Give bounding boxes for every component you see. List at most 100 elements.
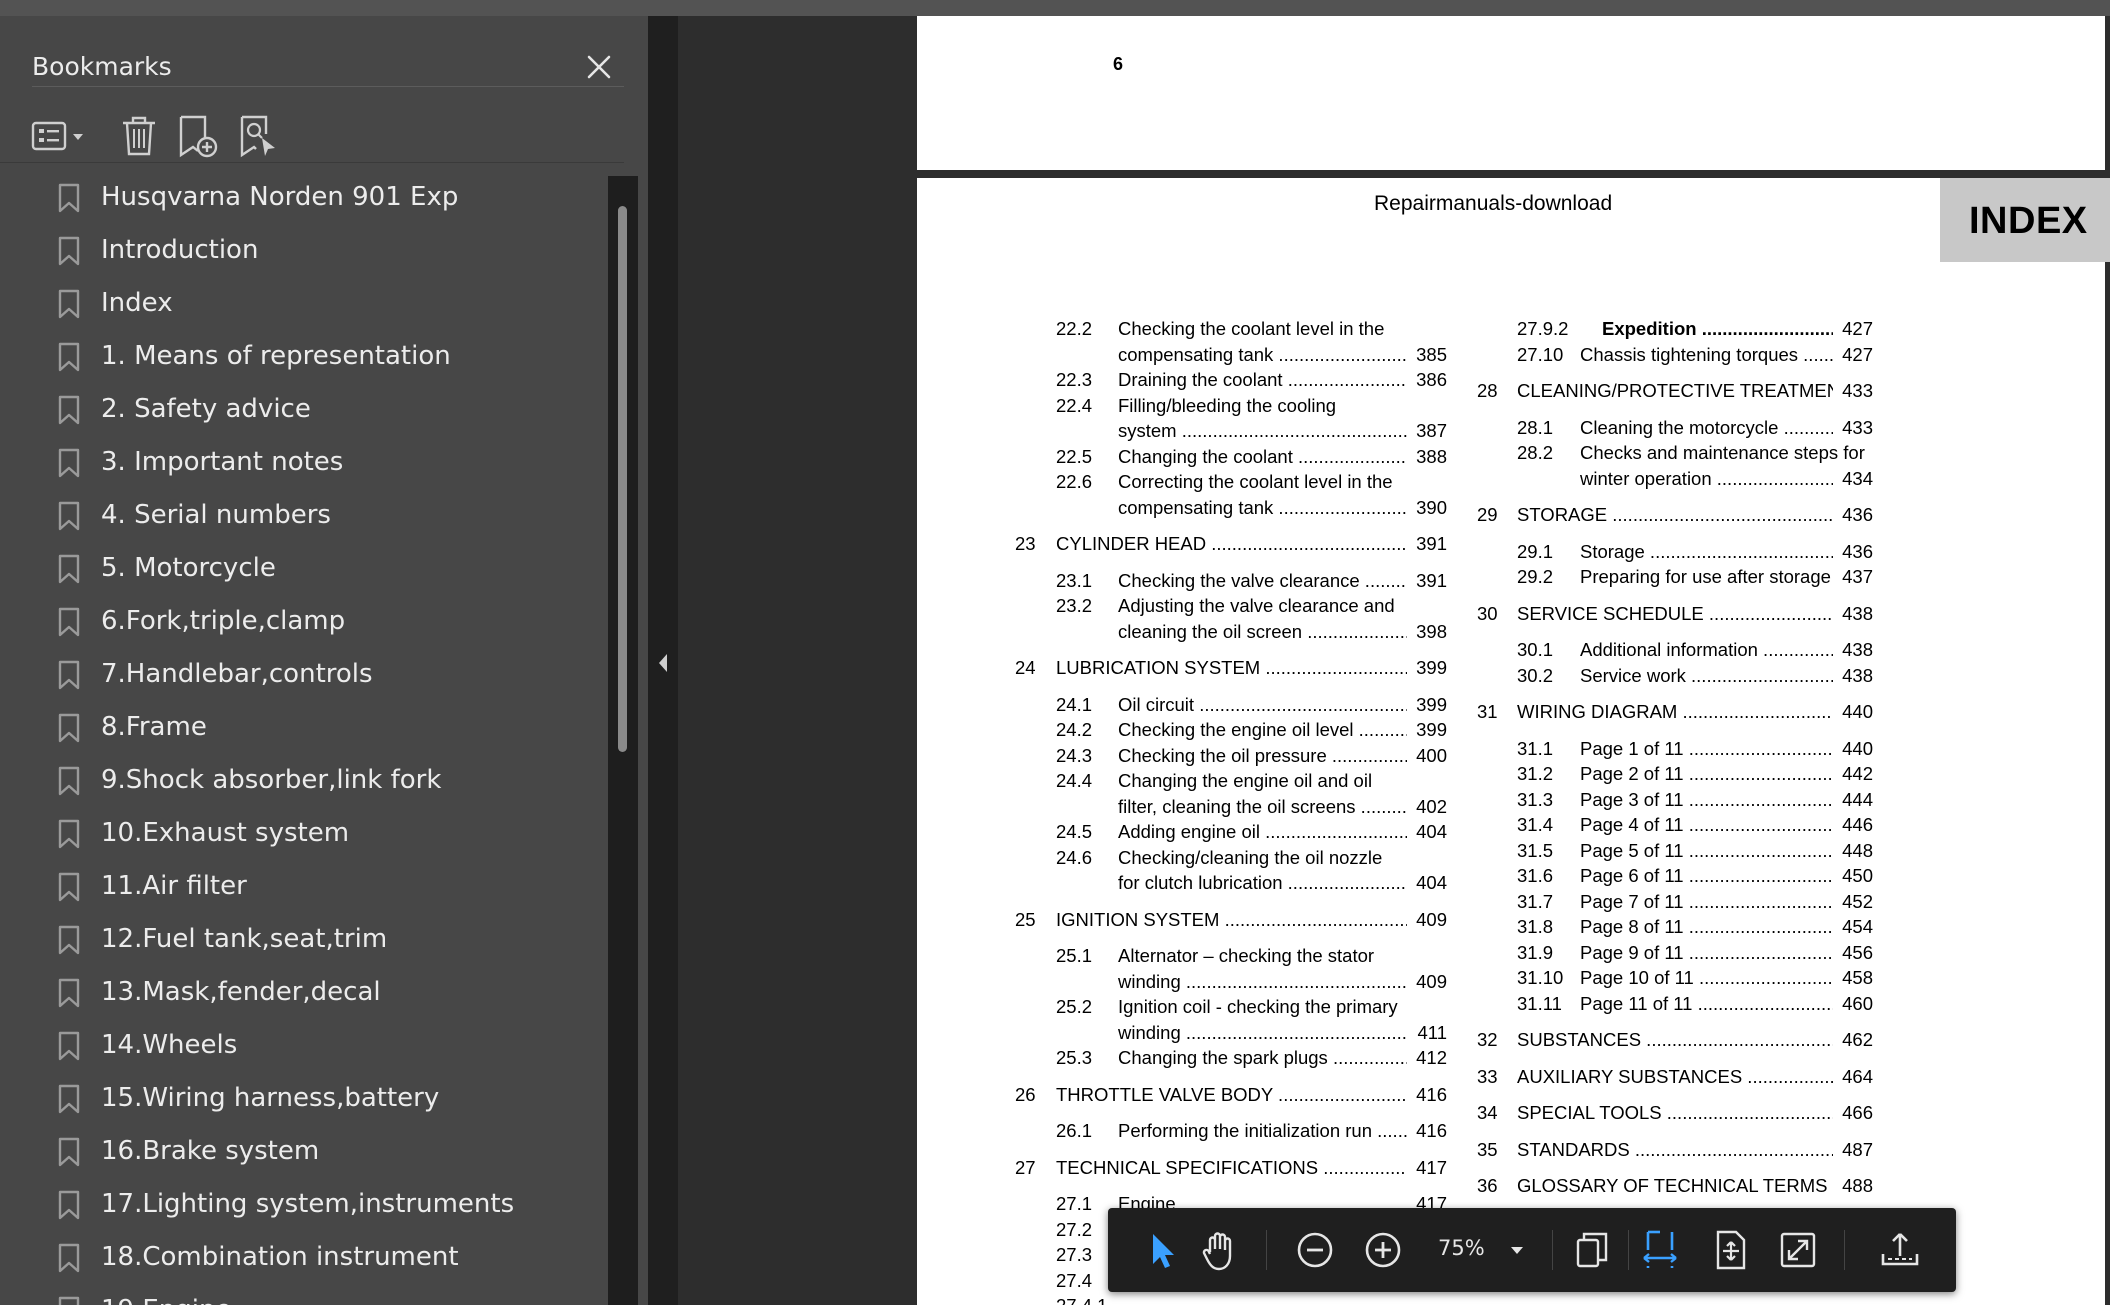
bookmark-item[interactable]: 11.Air filter: [0, 860, 600, 913]
toc-title: Adding engine oil: [1118, 821, 1407, 843]
close-icon[interactable]: [582, 50, 616, 84]
bookmark-icon: [58, 342, 80, 372]
bookmark-item[interactable]: 19.Engine: [0, 1284, 600, 1305]
toc-entry[interactable]: 25.2 Ignition coil - checking the primary…: [1056, 996, 1447, 1047]
hand-icon[interactable]: [1198, 1228, 1242, 1272]
zoom-in-icon[interactable]: [1361, 1228, 1405, 1272]
select-arrow-icon[interactable]: [1140, 1228, 1184, 1272]
toc-entry[interactable]: 31.1 Page 1 of 11440: [1517, 737, 1873, 764]
bookmark-item[interactable]: 5. Motorcycle: [0, 542, 600, 595]
share-icon[interactable]: [1878, 1228, 1922, 1272]
toc-entry[interactable]: 31.10 Page 10 of 11458: [1517, 967, 1873, 993]
toc-entry[interactable]: 31 WIRING DIAGRAM440: [1477, 701, 1873, 727]
zoom-level[interactable]: 75%: [1438, 1236, 1485, 1260]
toc-entry[interactable]: 29.2 Preparing for use after storage437: [1517, 566, 1873, 592]
fit-width-icon[interactable]: [1638, 1228, 1682, 1272]
toc-entry[interactable]: 31.4 Page 4 of 11446: [1517, 814, 1873, 840]
bookmark-item[interactable]: 9.Shock absorber,link fork: [0, 754, 600, 807]
toc-entry[interactable]: 35 STANDARDS487: [1477, 1138, 1873, 1165]
toc-entry[interactable]: 32 SUBSTANCES462: [1477, 1029, 1873, 1055]
toc-entry[interactable]: 26 THROTTLE VALVE BODY416: [1015, 1083, 1447, 1110]
toc-number: 26.1: [1056, 1120, 1093, 1141]
toc-entry[interactable]: 25.1 Alternator – checking the stator wind…: [1056, 945, 1447, 996]
toc-entry[interactable]: 31.3 Page 3 of 11444: [1517, 788, 1873, 815]
bookmark-item[interactable]: 14.Wheels: [0, 1019, 600, 1072]
page-display-icon[interactable]: [1570, 1228, 1614, 1272]
toc-entry[interactable]: 24.2 Checking the engine oil level399: [1056, 719, 1447, 745]
toc-number: 27.4: [1056, 1269, 1093, 1291]
bookmark-item[interactable]: Husqvarna Norden 901 Exp: [0, 171, 600, 224]
toc-entry[interactable]: 30.2 Service work438: [1517, 664, 1873, 691]
toc-entry[interactable]: 31.11 Page 11 of 11460: [1517, 992, 1873, 1019]
toc-entry[interactable]: 33 AUXILIARY SUBSTANCES464: [1477, 1065, 1873, 1092]
toc-entry[interactable]: 24.1 Oil circuit399: [1056, 693, 1447, 720]
toc-entry[interactable]: 22.2 Checking the coolant level in the com…: [1056, 318, 1447, 369]
fit-page-icon[interactable]: [1708, 1228, 1752, 1272]
toc-entry[interactable]: 23.2 Adjusting the valve clearance and cle…: [1056, 595, 1447, 646]
bookmark-item[interactable]: 6.Fork,triple,clamp: [0, 595, 600, 648]
bookmarks-panel: Bookmarks Husqvarna Norden 901 Exp Intro…: [0, 16, 648, 1305]
toc-entry[interactable]: 31.9 Page 9 of 11456: [1517, 941, 1873, 968]
bookmark-item[interactable]: 4. Serial numbers: [0, 489, 600, 542]
toc-entry[interactable]: 31.2 Page 2 of 11442: [1517, 763, 1873, 789]
bookmark-item[interactable]: 13.Mask,fender,decal: [0, 966, 600, 1019]
toc-entry[interactable]: 24.5 Adding engine oil404: [1056, 821, 1447, 847]
toc-entry[interactable]: 25.3 Changing the spark plugs412: [1056, 1047, 1447, 1073]
toc-entry[interactable]: 31.6 Page 6 of 11450: [1517, 865, 1873, 891]
toc-entry[interactable]: 27.9.2 Expedition427: [1517, 318, 1873, 344]
toc-title: Changing the engine oil and oil: [1118, 770, 1373, 791]
bookmark-item[interactable]: 15.Wiring harness,battery: [0, 1072, 600, 1125]
toc-entry[interactable]: 27 TECHNICAL SPECIFICATIONS417: [1015, 1156, 1447, 1183]
toc-entry[interactable]: 29 STORAGE436: [1477, 504, 1873, 530]
toc-entry[interactable]: 23 CYLINDER HEAD391: [1015, 533, 1447, 559]
list-options-icon[interactable]: [30, 114, 92, 158]
bookmark-item[interactable]: Introduction: [0, 224, 600, 277]
scrollbar-thumb[interactable]: [618, 206, 627, 752]
bookmark-item[interactable]: 7.Handlebar,controls: [0, 648, 600, 701]
zoom-out-icon[interactable]: [1293, 1228, 1337, 1272]
find-bookmark-icon[interactable]: [237, 114, 281, 158]
bookmark-item[interactable]: 17.Lighting system,instruments: [0, 1178, 600, 1231]
add-bookmark-icon[interactable]: [176, 114, 220, 158]
bookmark-item[interactable]: 16.Brake system: [0, 1125, 600, 1178]
toc-entry[interactable]: 27.10 Chassis tightening torques427: [1517, 343, 1873, 370]
bookmark-item[interactable]: 1. Means of representation: [0, 330, 600, 383]
toc-entry[interactable]: 30 SERVICE SCHEDULE438: [1477, 602, 1873, 629]
bookmark-item[interactable]: 3. Important notes: [0, 436, 600, 489]
bookmark-item[interactable]: 12.Fuel tank,seat,trim: [0, 913, 600, 966]
trash-icon[interactable]: [117, 114, 161, 158]
toc-entry[interactable]: 24.3 Checking the oil pressure400: [1056, 744, 1447, 771]
collapse-panel-icon[interactable]: [656, 652, 670, 674]
bookmark-item[interactable]: 10.Exhaust system: [0, 807, 600, 860]
toc-entry[interactable]: 26.1 Performing the initialization run416: [1056, 1120, 1447, 1146]
toc-entry[interactable]: 30.1 Additional information438: [1517, 639, 1873, 665]
toc-entry[interactable]: 24 LUBRICATION SYSTEM399: [1015, 657, 1447, 683]
toc-entry[interactable]: 28.1 Cleaning the motorcycle433: [1517, 416, 1873, 443]
toc-entry[interactable]: 22.4 Filling/bleeding the cooling system38…: [1056, 395, 1447, 446]
bookmark-item[interactable]: 2. Safety advice: [0, 383, 600, 436]
toc-entry[interactable]: 24.6 Checking/cleaning the oil nozzle for …: [1056, 847, 1447, 898]
toc-entry[interactable]: 22.3 Draining the coolant386: [1056, 369, 1447, 395]
toc-entry[interactable]: 27.4.1: [1056, 1295, 1447, 1305]
toc-entry[interactable]: 22.5 Changing the coolant388: [1056, 445, 1447, 472]
toc-entry[interactable]: 25 IGNITION SYSTEM409: [1015, 908, 1447, 935]
bookmark-item[interactable]: 8.Frame: [0, 701, 600, 754]
toc-entry[interactable]: 24.4 Changing the engine oil and oil filte…: [1056, 770, 1447, 821]
toc-entry[interactable]: 22.6 Correcting the coolant level in the c…: [1056, 471, 1447, 522]
toc-entry[interactable]: 34 SPECIAL TOOLS466: [1477, 1102, 1873, 1128]
chevron-down-icon[interactable]: [1508, 1238, 1526, 1262]
toc-entry[interactable]: 36 GLOSSARY OF TECHNICAL TERMS488: [1477, 1175, 1873, 1201]
toc-entry[interactable]: 29.1 Storage436: [1517, 540, 1873, 567]
toc-entry[interactable]: 31.5 Page 5 of 11448: [1517, 839, 1873, 866]
toc-page: 416: [1412, 1083, 1447, 1106]
toc-entry[interactable]: 28.2 Checks and maintenance steps for wint…: [1517, 442, 1873, 493]
toc-entry[interactable]: 31.8 Page 8 of 11454: [1517, 916, 1873, 942]
fullscreen-icon[interactable]: [1776, 1228, 1820, 1272]
toc-entry[interactable]: 23.1 Checking the valve clearance391: [1056, 569, 1447, 596]
toc-title: Expedition: [1602, 318, 1833, 340]
toc-entry[interactable]: 31.7 Page 7 of 11452: [1517, 890, 1873, 917]
bookmark-item[interactable]: 18.Combination instrument: [0, 1231, 600, 1284]
toc-number: 25.2: [1056, 996, 1093, 1017]
toc-entry[interactable]: 28 CLEANING/PROTECTIVE TREATMENT433: [1477, 380, 1873, 406]
bookmark-item[interactable]: Index: [0, 277, 600, 330]
